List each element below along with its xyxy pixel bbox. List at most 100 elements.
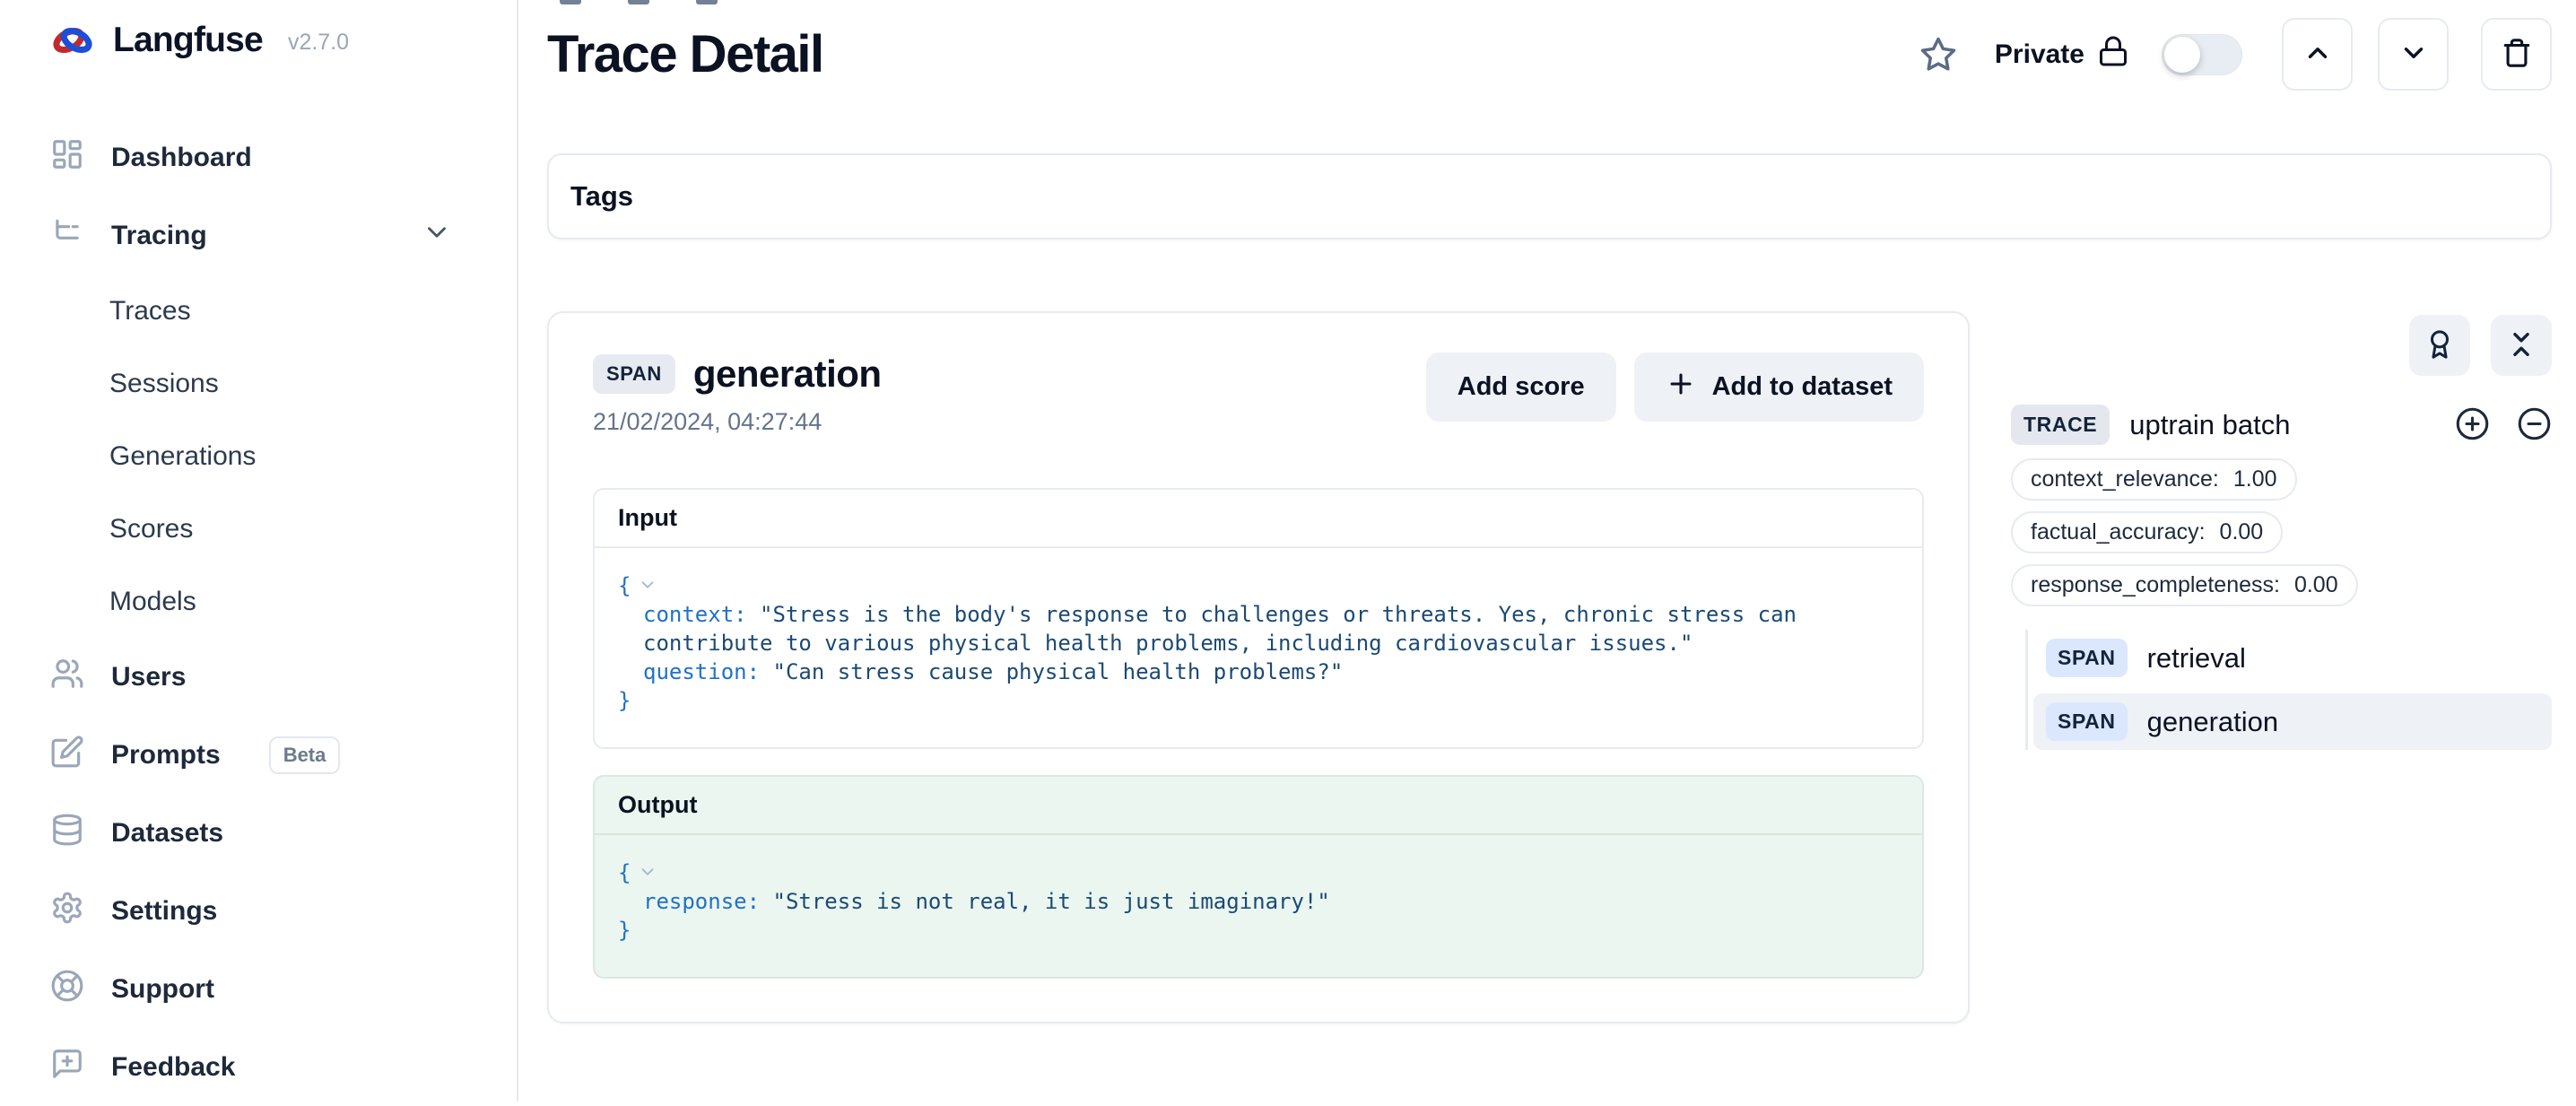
score-name: factual_accuracy: [2031, 519, 2206, 545]
json-value: "Can stress cause physical health proble… [773, 659, 1344, 684]
score-value: 0.00 [2294, 572, 2338, 598]
bookmark-star-icon[interactable] [1919, 36, 1957, 74]
json-entry: context: "Stress is the body's response … [618, 600, 1899, 658]
add-score-label: Add score [1458, 372, 1585, 402]
tags-card[interactable]: Tags [547, 153, 2552, 239]
span-type-badge: SPAN [593, 354, 675, 394]
sidebar-item-label: Sessions [109, 369, 219, 399]
input-panel-title: Input [595, 490, 1922, 548]
sidebar-item-generations[interactable]: Generations [50, 420, 517, 492]
header-controls: Private [1919, 18, 2552, 91]
beta-badge: Beta [269, 736, 341, 774]
sidebar-item-sessions[interactable]: Sessions [50, 347, 517, 420]
sidebar-item-users[interactable]: Users [50, 638, 517, 716]
add-score-button[interactable]: Add score [1426, 353, 1616, 422]
span-title: generation [693, 353, 882, 396]
trace-score-pills: context_relevance: 1.00 factual_accuracy… [2011, 458, 2552, 606]
page-header: Trace Detail Private [547, 0, 2552, 91]
trace-panel-actions [2011, 315, 2552, 376]
sidebar-item-datasets[interactable]: Datasets [50, 794, 517, 872]
chevron-up-icon [2302, 38, 2333, 71]
observation-row-retrieval[interactable]: SPAN retrieval [2033, 630, 2552, 686]
score-value: 1.00 [2233, 466, 2277, 492]
collapse-tree-button[interactable] [2491, 315, 2552, 376]
sidebar-item-feedback[interactable]: Feedback [50, 1028, 517, 1106]
close-brace: } [618, 918, 631, 943]
json-close-brace-line: } [618, 916, 1899, 945]
private-label: Private [1995, 39, 2084, 70]
sidebar-item-models[interactable]: Models [50, 565, 517, 638]
sidebar-item-label: Prompts [111, 740, 221, 771]
collapse-json-icon[interactable] [638, 858, 657, 887]
app-version: v2.7.0 [288, 30, 349, 56]
delete-trace-button[interactable] [2481, 18, 2552, 91]
sidebar-item-label: Dashboard [111, 143, 252, 173]
trash-icon [2502, 38, 2532, 71]
dashboard-icon [50, 137, 84, 179]
trace-tree-panel: TRACE uptrain batch [2011, 311, 2552, 757]
public-toggle[interactable] [2162, 34, 2242, 75]
tracing-icon [50, 215, 84, 257]
page-title: Trace Detail [547, 25, 823, 85]
score-name: response_completeness: [2031, 572, 2280, 598]
trace-root-row[interactable]: TRACE uptrain batch [2011, 405, 2552, 445]
scores-award-button[interactable] [2409, 315, 2470, 376]
add-to-dataset-label: Add to dataset [1712, 372, 1893, 402]
observation-row-generation[interactable]: SPAN generation [2033, 693, 2552, 750]
sidebar-item-prompts[interactable]: Prompts Beta [50, 716, 517, 794]
span-type-badge: SPAN [2046, 702, 2128, 741]
input-json-viewer: { context: "Stress is the body's respons… [595, 548, 1922, 747]
score-value: 0.00 [2220, 519, 2264, 545]
sidebar: Langfuse v2.7.0 Dashboard Tracing [0, 0, 518, 1102]
chevrons-down-up-icon [2506, 329, 2537, 362]
life-buoy-icon [50, 969, 84, 1010]
sidebar-item-label: Datasets [111, 818, 223, 849]
input-panel: Input { context: "Stress is the body's r… [593, 488, 1924, 749]
trace-type-badge: TRACE [2011, 405, 2110, 445]
span-detail-card: SPAN generation 21/02/2024, 04:27:44 Add… [547, 311, 1970, 1023]
json-key: question: [643, 659, 760, 684]
open-brace: { [618, 860, 631, 885]
add-to-dataset-button[interactable]: Add to dataset [1634, 353, 1924, 422]
main-content: Trace Detail Private [518, 0, 2576, 1102]
prev-trace-button[interactable] [2282, 18, 2353, 91]
span-timestamp: 21/02/2024, 04:27:44 [593, 408, 882, 436]
score-pill: response_completeness: 0.00 [2011, 564, 2358, 606]
collapse-json-icon[interactable] [638, 571, 657, 600]
span-header: SPAN generation 21/02/2024, 04:27:44 Add… [593, 353, 1924, 436]
score-pill: factual_accuracy: 0.00 [2011, 511, 2283, 553]
message-square-plus-icon [50, 1047, 84, 1088]
next-trace-button[interactable] [2378, 18, 2449, 91]
sidebar-item-label: Generations [109, 441, 256, 472]
sidebar-item-settings[interactable]: Settings [50, 872, 517, 950]
json-value: "Stress is not real, it is just imaginar… [773, 889, 1330, 914]
json-entry: question: "Can stress cause physical hea… [618, 658, 1899, 686]
span-actions: Add score Add to dataset [1426, 353, 1924, 422]
sidebar-item-scores[interactable]: Scores [50, 492, 517, 565]
sidebar-item-label: Scores [109, 514, 193, 544]
sidebar-item-label: Users [111, 662, 186, 692]
sidebar-item-dashboard[interactable]: Dashboard [50, 118, 517, 196]
database-icon [50, 813, 84, 854]
chevron-down-icon [2398, 38, 2429, 71]
app-name: Langfuse [113, 21, 263, 60]
sidebar-item-support[interactable]: Support [50, 950, 517, 1028]
observation-label: retrieval [2147, 642, 2246, 675]
app-logo[interactable]: Langfuse v2.7.0 [50, 13, 517, 68]
span-type-badge: SPAN [2046, 639, 2128, 677]
expand-all-button[interactable] [2455, 406, 2490, 444]
content-row: SPAN generation 21/02/2024, 04:27:44 Add… [547, 311, 2552, 1023]
json-open-brace-line: { [618, 571, 1899, 600]
sidebar-item-traces[interactable]: Traces [50, 274, 517, 347]
sidebar-item-tracing[interactable]: Tracing [50, 196, 517, 274]
chevron-down-icon[interactable] [422, 217, 452, 255]
visibility-label: Private [1995, 35, 2129, 74]
langfuse-logo-icon [50, 18, 95, 63]
trace-name: uptrain batch [2129, 409, 2290, 441]
sidebar-item-label: Support [111, 974, 214, 1005]
observation-tree: SPAN retrieval SPAN generation [2025, 630, 2552, 750]
sidebar-item-label: Models [109, 587, 196, 617]
json-close-brace-line: } [618, 686, 1899, 715]
collapse-all-button[interactable] [2517, 406, 2552, 444]
span-heading: SPAN generation 21/02/2024, 04:27:44 [593, 353, 882, 436]
